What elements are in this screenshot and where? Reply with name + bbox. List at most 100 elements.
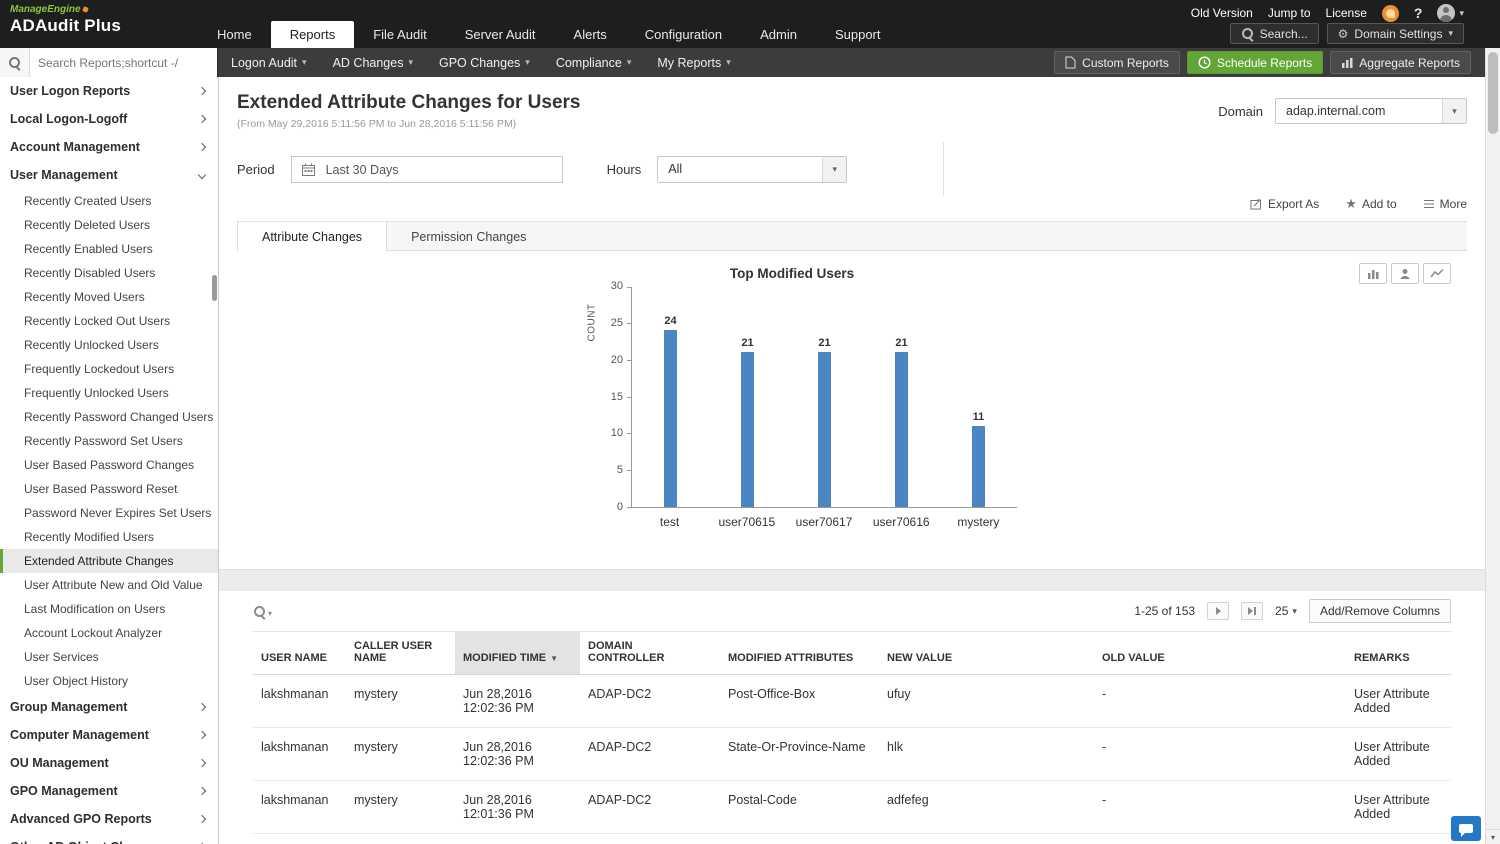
sidebar-group-user-management[interactable]: User Management [0, 161, 218, 189]
sidebar-scrollbar-thumb[interactable] [212, 275, 217, 301]
search-icon [1241, 27, 1254, 40]
sidebar-item-account-lockout-analyzer[interactable]: Account Lockout Analyzer [0, 621, 218, 645]
table-head: USER NAMECALLER USER NAMEMODIFIED TIME▼D… [253, 632, 1451, 675]
aggregate-reports-button[interactable]: Aggregate Reports [1330, 51, 1471, 74]
menu-logon-audit[interactable]: Logon Audit▾ [218, 48, 320, 77]
menu-my-reports[interactable]: My Reports▾ [644, 48, 743, 77]
sidebar-group-local-logon-logoff[interactable]: Local Logon-Logoff [0, 105, 218, 133]
more-button[interactable]: More [1423, 197, 1467, 211]
export-as-button[interactable]: Export As [1250, 197, 1319, 211]
bar-column: 11 [940, 287, 1017, 507]
topbar-link-license[interactable]: License [1326, 6, 1367, 20]
hours-select[interactable]: All ▾ [657, 156, 847, 183]
nav-item-reports[interactable]: Reports [271, 21, 355, 48]
report-search-icon-button[interactable] [0, 48, 30, 77]
sidebar-group-other-ad-object-changes[interactable]: Other AD Object Changes [0, 833, 218, 844]
tab-attribute-changes[interactable]: Attribute Changes [237, 222, 387, 251]
sidebar-item-last-modification-on-users[interactable]: Last Modification on Users [0, 597, 218, 621]
domain-select-value: adap.internal.com [1286, 104, 1385, 118]
sidebar-item-frequently-lockedout-users[interactable]: Frequently Lockedout Users [0, 357, 218, 381]
sidebar-item-recently-moved-users[interactable]: Recently Moved Users [0, 285, 218, 309]
bar-chart-view-button[interactable] [1359, 263, 1387, 284]
table-search-button[interactable]: ▾ [253, 605, 272, 618]
column-header-modified-time[interactable]: MODIFIED TIME▼ [455, 632, 580, 675]
page-size-select[interactable]: 25 ▾ [1275, 604, 1297, 618]
global-search-button[interactable]: Search... [1230, 23, 1319, 44]
column-header-caller-user-name[interactable]: CALLER USER NAME [346, 632, 455, 675]
sidebar-item-recently-enabled-users[interactable]: Recently Enabled Users [0, 237, 218, 261]
sidebar-item-recently-locked-out-users[interactable]: Recently Locked Out Users [0, 309, 218, 333]
page-scrollbar[interactable]: ▾ [1485, 48, 1500, 844]
scrollbar-thumb[interactable] [1488, 52, 1498, 134]
chat-button[interactable] [1451, 816, 1481, 841]
column-header-remarks[interactable]: REMARKS [1346, 632, 1451, 675]
topbar-link-old-version[interactable]: Old Version [1191, 6, 1253, 20]
tab-permission-changes[interactable]: Permission Changes [387, 222, 550, 250]
nav-item-server-audit[interactable]: Server Audit [446, 21, 555, 48]
chart-bar[interactable] [741, 352, 754, 507]
nav-item-support[interactable]: Support [816, 21, 900, 48]
topbar-link-jump-to[interactable]: Jump to [1268, 6, 1311, 20]
nav-item-alerts[interactable]: Alerts [555, 21, 626, 48]
column-header-domain-controller[interactable]: DOMAIN CONTROLLER [580, 632, 720, 675]
help-icon[interactable]: ? [1414, 5, 1423, 21]
next-page-button[interactable] [1207, 602, 1229, 620]
chart-bar[interactable] [972, 426, 985, 507]
add-remove-columns-button[interactable]: Add/Remove Columns [1309, 599, 1451, 623]
sidebar-group-group-management[interactable]: Group Management [0, 693, 218, 721]
nav-item-home[interactable]: Home [198, 21, 271, 48]
column-header-user-name[interactable]: USER NAME [253, 632, 346, 675]
line-chart-view-button[interactable] [1423, 263, 1451, 284]
top-users-view-button[interactable] [1391, 263, 1419, 284]
sidebar-item-recently-disabled-users[interactable]: Recently Disabled Users [0, 261, 218, 285]
domain-settings-button[interactable]: ⚙ Domain Settings ▾ [1327, 23, 1464, 44]
nav-item-admin[interactable]: Admin [741, 21, 816, 48]
app-logo[interactable]: ManageEngine ADAudit Plus [10, 4, 121, 36]
schedule-reports-button[interactable]: Schedule Reports [1187, 51, 1323, 74]
sidebar-item-user-based-password-reset[interactable]: User Based Password Reset [0, 477, 218, 501]
menu-compliance[interactable]: Compliance▾ [543, 48, 645, 77]
nav-item-file-audit[interactable]: File Audit [354, 21, 445, 48]
sidebar-item-user-object-history[interactable]: User Object History [0, 669, 218, 693]
last-page-button[interactable] [1241, 602, 1263, 620]
sidebar-group-account-management[interactable]: Account Management [0, 133, 218, 161]
chart-bar[interactable] [895, 352, 908, 507]
sidebar-item-extended-attribute-changes[interactable]: Extended Attribute Changes [0, 549, 218, 573]
sidebar-group-user-logon-reports[interactable]: User Logon Reports [0, 77, 218, 105]
sidebar-group-ou-management[interactable]: OU Management [0, 749, 218, 777]
topbar-buttons: Search... ⚙ Domain Settings ▾ [1230, 23, 1464, 44]
chart-bar[interactable] [664, 330, 677, 507]
sidebar-item-user-services[interactable]: User Services [0, 645, 218, 669]
domain-select[interactable]: adap.internal.com ▾ [1275, 98, 1467, 124]
scrollbar-down-arrow[interactable]: ▾ [1486, 829, 1500, 844]
sidebar-item-recently-unlocked-users[interactable]: Recently Unlocked Users [0, 333, 218, 357]
nav-item-configuration[interactable]: Configuration [626, 21, 741, 48]
sidebar-item-recently-deleted-users[interactable]: Recently Deleted Users [0, 213, 218, 237]
sidebar-group-advanced-gpo-reports[interactable]: Advanced GPO Reports [0, 805, 218, 833]
menu-ad-changes[interactable]: AD Changes▾ [320, 48, 426, 77]
more-label: More [1440, 197, 1467, 211]
support-icon[interactable] [1382, 5, 1399, 22]
custom-reports-button[interactable]: Custom Reports [1054, 51, 1180, 74]
period-input[interactable]: Last 30 Days [291, 156, 563, 183]
bar-value-label: 21 [895, 337, 907, 349]
sidebar-item-recently-password-changed-users[interactable]: Recently Password Changed Users [0, 405, 218, 429]
sidebar-item-recently-modified-users[interactable]: Recently Modified Users [0, 525, 218, 549]
sidebar-item-user-based-password-changes[interactable]: User Based Password Changes [0, 453, 218, 477]
user-menu[interactable]: ▾ [1437, 4, 1464, 22]
report-search-input[interactable] [30, 48, 217, 77]
column-header-modified-attributes[interactable]: MODIFIED ATTRIBUTES [720, 632, 879, 675]
column-header-new-value[interactable]: NEW VALUE [879, 632, 1094, 675]
chart-bar[interactable] [818, 352, 831, 507]
brand-manageengine: ManageEngine [10, 4, 121, 15]
sidebar-item-recently-password-set-users[interactable]: Recently Password Set Users [0, 429, 218, 453]
add-to-button[interactable]: ★ Add to [1345, 197, 1396, 211]
column-header-old-value[interactable]: OLD VALUE [1094, 632, 1346, 675]
sidebar-item-frequently-unlocked-users[interactable]: Frequently Unlocked Users [0, 381, 218, 405]
sidebar-item-password-never-expires-set-users[interactable]: Password Never Expires Set Users [0, 501, 218, 525]
sidebar-group-gpo-management[interactable]: GPO Management [0, 777, 218, 805]
menu-gpo-changes[interactable]: GPO Changes▾ [426, 48, 543, 77]
sidebar-group-computer-management[interactable]: Computer Management [0, 721, 218, 749]
sidebar-item-user-attribute-new-and-old-value[interactable]: User Attribute New and Old Value [0, 573, 218, 597]
sidebar-item-recently-created-users[interactable]: Recently Created Users [0, 189, 218, 213]
